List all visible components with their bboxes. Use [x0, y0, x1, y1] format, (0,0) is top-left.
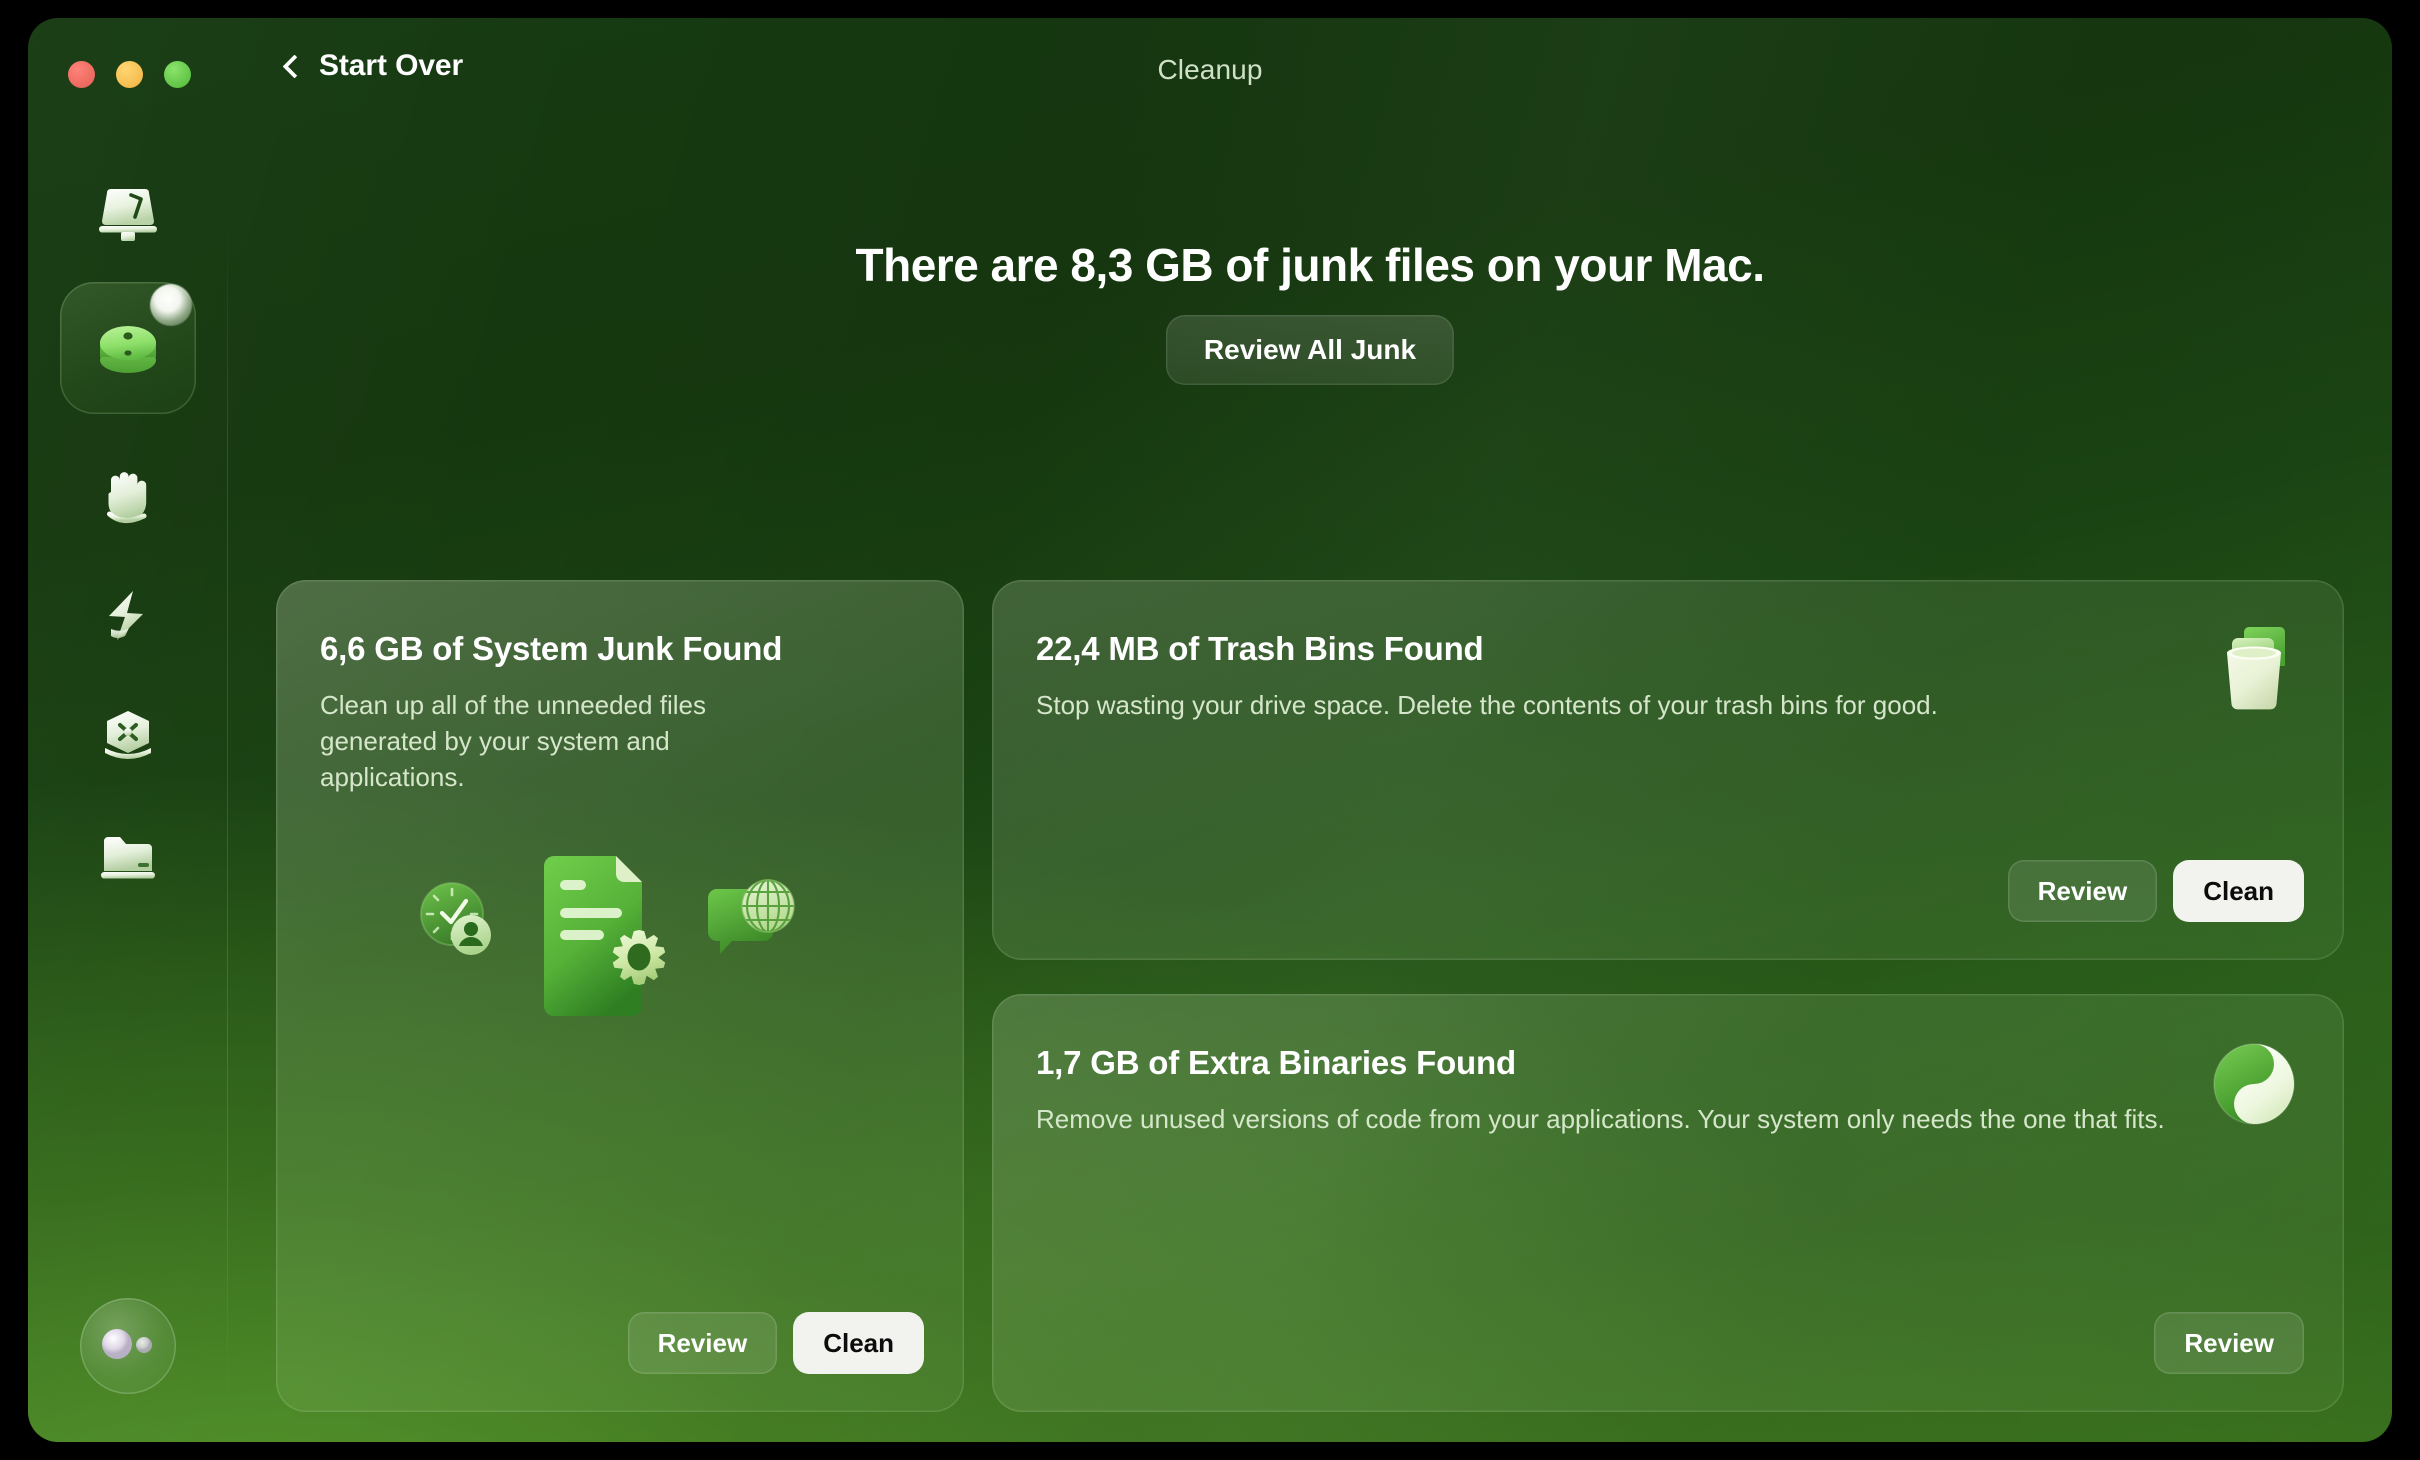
cleanup-icon [89, 315, 167, 381]
hand-icon [97, 468, 159, 530]
trash-bin-icon [2208, 624, 2300, 721]
card-actions: Review Clean [2007, 860, 2304, 922]
hex-tool-icon [97, 708, 159, 766]
system-junk-illustration [276, 818, 964, 1068]
account-orb-icon [97, 1327, 159, 1366]
card-title: 6,6 GB of System Junk Found [320, 630, 783, 667]
sidebar-item-smart-scan[interactable] [66, 156, 190, 274]
sidebar-item-protection[interactable] [66, 440, 190, 558]
card-title: 22,4 MB of Trash Bins Found [1036, 630, 1484, 667]
clean-button[interactable]: Clean [793, 1312, 924, 1374]
card-description: Stop wasting your drive space. Delete th… [1036, 690, 1938, 720]
page-headline: There are 8,3 GB of junk files on your M… [855, 239, 1765, 291]
card-actions: Review Clean [627, 1312, 924, 1374]
review-button[interactable]: Review [2154, 1312, 2304, 1374]
app-window: Start Over Cleanup There are 8,3 GB of j… [28, 18, 2392, 1442]
sidebar-item-cleanup[interactable] [60, 282, 196, 414]
card-title: 1,7 GB of Extra Binaries Found [1036, 1044, 1516, 1081]
lightning-icon [99, 588, 157, 650]
scanner-icon [97, 187, 159, 243]
notification-badge-icon [150, 284, 192, 326]
sidebar-divider [226, 216, 228, 1402]
card-extra-binaries[interactable]: 1,7 GB of Extra Binaries Found Remove un… [992, 994, 2344, 1412]
results-card-grid: 6,6 GB of System Junk Found Clean up all… [276, 580, 2344, 1412]
review-button[interactable]: Review [627, 1312, 778, 1374]
review-button[interactable]: Review [2007, 860, 2158, 922]
card-description: Clean up all of the unneeded files gener… [320, 690, 706, 792]
account-button[interactable] [80, 1298, 176, 1394]
folder-icon [98, 833, 158, 885]
sidebar-item-applications[interactable] [66, 678, 190, 796]
card-trash-bins[interactable]: 22,4 MB of Trash Bins Found Stop wasting… [992, 580, 2344, 960]
binaries-orb-icon [2208, 1038, 2300, 1135]
card-actions: Review [2154, 1312, 2304, 1374]
clean-button[interactable]: Clean [2173, 860, 2304, 922]
window-title: Cleanup [1157, 54, 1263, 85]
review-all-junk-button[interactable]: Review All Junk [1165, 315, 1455, 385]
main-content: There are 8,3 GB of junk files on your M… [228, 110, 2392, 1442]
sidebar [28, 110, 228, 1442]
card-system-junk[interactable]: 6,6 GB of System Junk Found Clean up all… [276, 580, 964, 1412]
sidebar-item-my-clutter[interactable] [66, 800, 190, 918]
card-description: Remove unused versions of code from your… [1036, 1104, 2165, 1134]
sidebar-item-performance[interactable] [66, 560, 190, 678]
titlebar: Start Over Cleanup [28, 18, 2392, 110]
